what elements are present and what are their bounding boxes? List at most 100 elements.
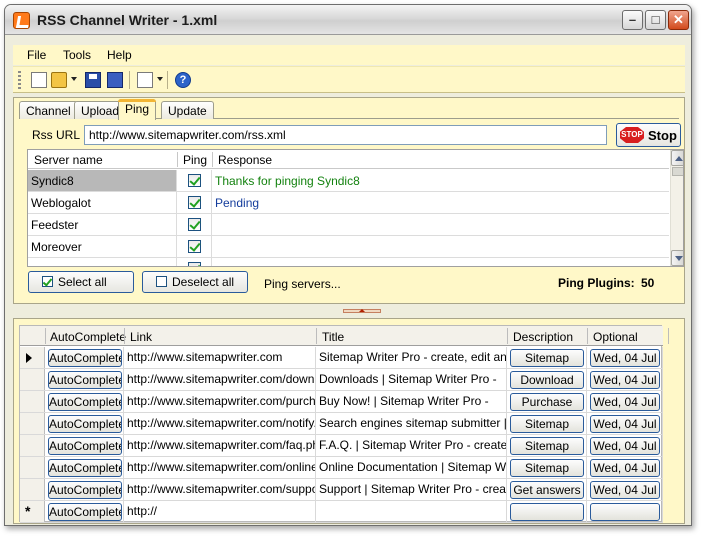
server-name[interactable]: Syndic8 <box>28 170 177 191</box>
link-cell[interactable]: http:// <box>124 501 316 522</box>
autocomplete-button[interactable]: AutoComplete <box>48 459 122 477</box>
link-cell[interactable]: http://www.sitemapwriter.com/faq.php <box>124 435 316 456</box>
menu-file[interactable]: File <box>27 48 46 62</box>
description-button[interactable]: Get answers <box>510 481 584 499</box>
item-row[interactable]: AutoComplete http://www.sitemapwriter.com… <box>20 479 663 501</box>
server-row[interactable]: Moreover <box>28 236 669 258</box>
ping-checkbox[interactable] <box>188 196 201 209</box>
item-row[interactable]: AutoComplete http://www.sitemapwriter.com… <box>20 435 663 457</box>
new-document-icon[interactable] <box>31 72 47 88</box>
title-cell[interactable]: Support | Sitemap Writer Pro - create, <box>316 479 507 500</box>
row-header[interactable] <box>20 479 45 500</box>
column-header-server-name[interactable]: Server name <box>34 153 103 167</box>
minimize-button[interactable]: – <box>622 10 643 30</box>
title-cell[interactable]: Sitemap Writer Pro - create, edit and <box>316 347 507 368</box>
optional-date-button[interactable]: Wed, 04 Jul <box>590 437 660 455</box>
autocomplete-button[interactable]: AutoComplete <box>48 437 122 455</box>
description-button[interactable]: Sitemap <box>510 415 584 433</box>
item-row[interactable]: AutoComplete http://www.sitemapwriter.com… <box>20 413 663 435</box>
ping-checkbox[interactable] <box>188 240 201 253</box>
tab-update[interactable]: Update <box>161 101 214 119</box>
tab-channel[interactable]: Channel <box>19 101 78 119</box>
item-row[interactable]: AutoComplete http://www.sitemapwriter.com… <box>20 347 663 369</box>
save-icon[interactable] <box>85 72 101 88</box>
server-row[interactable]: Weblogalot Pending <box>28 192 669 214</box>
title-cell[interactable]: F.A.Q. | Sitemap Writer Pro - create, <box>316 435 507 456</box>
item-row[interactable]: AutoComplete http://www.sitemapwriter.com… <box>20 369 663 391</box>
title-cell[interactable]: Downloads | Sitemap Writer Pro - <box>316 369 507 390</box>
link-cell[interactable]: http://www.sitemapwriter.com/purchase <box>124 391 316 412</box>
server-name[interactable]: Feedster <box>28 214 177 235</box>
rss-url-input[interactable] <box>84 125 607 145</box>
server-name[interactable]: Moreover <box>28 236 177 257</box>
optional-date-button[interactable]: Wed, 04 Jul <box>590 371 660 389</box>
link-cell[interactable]: http://www.sitemapwriter.com/onlinedo <box>124 457 316 478</box>
menu-tools[interactable]: Tools <box>63 48 91 62</box>
optional-date-button[interactable]: Wed, 04 Jul <box>590 393 660 411</box>
ping-checkbox[interactable] <box>188 174 201 187</box>
server-row[interactable]: Feedster <box>28 214 669 236</box>
column-header-optional[interactable]: Optional <box>593 330 638 344</box>
link-cell[interactable]: http://www.sitemapwriter.com/downloa <box>124 369 316 390</box>
row-header[interactable]: * <box>20 501 45 522</box>
deselect-all-button[interactable]: Deselect all <box>142 271 248 293</box>
autocomplete-button[interactable]: AutoComplete <box>48 349 122 367</box>
menu-help[interactable]: Help <box>107 48 132 62</box>
server-row[interactable]: Syndic8 Thanks for pinging Syndic8 <box>28 170 669 192</box>
panel-splitter[interactable] <box>13 306 685 316</box>
column-header-title[interactable]: Title <box>322 330 344 344</box>
description-button[interactable] <box>510 503 584 521</box>
autocomplete-button[interactable]: AutoComplete <box>48 415 122 433</box>
item-row[interactable]: * AutoComplete http:// <box>20 501 663 523</box>
row-header[interactable] <box>20 391 45 412</box>
row-header[interactable] <box>20 347 45 368</box>
stop-button[interactable]: STOP Stop <box>616 123 681 147</box>
column-header-description[interactable]: Description <box>513 330 573 344</box>
description-button[interactable]: Sitemap <box>510 459 584 477</box>
save-all-icon[interactable] <box>107 72 123 88</box>
help-icon[interactable]: ? <box>175 72 191 88</box>
description-button[interactable]: Sitemap <box>510 349 584 367</box>
row-header[interactable] <box>20 457 45 478</box>
toolbar-grip[interactable] <box>18 71 21 89</box>
optional-date-button[interactable] <box>590 503 660 521</box>
item-row[interactable]: AutoComplete http://www.sitemapwriter.com… <box>20 391 663 413</box>
title-bar[interactable]: RSS Channel Writer - 1.xml – □ ✕ <box>5 5 691 35</box>
open-dropdown-arrow-icon[interactable] <box>71 77 77 81</box>
tab-ping[interactable]: Ping <box>118 99 157 120</box>
column-header-response[interactable]: Response <box>218 153 272 167</box>
title-cell[interactable]: Online Documentation | Sitemap Writer <box>316 457 507 478</box>
autocomplete-button[interactable]: AutoComplete <box>48 503 122 521</box>
row-header[interactable] <box>20 413 45 434</box>
ping-checkbox[interactable] <box>188 218 201 231</box>
row-header[interactable] <box>20 369 45 390</box>
maximize-button[interactable]: □ <box>645 10 666 30</box>
column-header-link[interactable]: Link <box>130 330 152 344</box>
column-header-autocomplete[interactable]: AutoComplete <box>50 330 126 344</box>
scroll-down-arrow-icon[interactable] <box>671 250 683 266</box>
ping-checkbox[interactable] <box>188 262 201 266</box>
open-folder-icon[interactable] <box>51 72 67 88</box>
row-header[interactable] <box>20 435 45 456</box>
optional-date-button[interactable]: Wed, 04 Jul <box>590 349 660 367</box>
title-cell[interactable] <box>316 501 507 522</box>
title-cell[interactable]: Buy Now! | Sitemap Writer Pro - <box>316 391 507 412</box>
autocomplete-button[interactable]: AutoComplete <box>48 371 122 389</box>
optional-date-button[interactable]: Wed, 04 Jul <box>590 481 660 499</box>
server-row-partial[interactable] <box>28 258 669 266</box>
server-name[interactable]: Weblogalot <box>28 192 177 213</box>
description-button[interactable]: Purchase <box>510 393 584 411</box>
optional-date-button[interactable]: Wed, 04 Jul <box>590 459 660 477</box>
autocomplete-button[interactable]: AutoComplete <box>48 393 122 411</box>
preview-dropdown-arrow-icon[interactable] <box>157 77 163 81</box>
title-cell[interactable]: Search engines sitemap submitter | <box>316 413 507 434</box>
close-button[interactable]: ✕ <box>668 10 689 30</box>
link-cell[interactable]: http://www.sitemapwriter.com/notify.ph <box>124 413 316 434</box>
splitter-grip-icon[interactable] <box>343 309 381 313</box>
scroll-thumb[interactable] <box>672 167 683 176</box>
print-preview-icon[interactable] <box>137 72 153 88</box>
column-header-ping[interactable]: Ping <box>183 153 207 167</box>
scroll-up-arrow-icon[interactable] <box>671 150 683 166</box>
link-cell[interactable]: http://www.sitemapwriter.com <box>124 347 316 368</box>
select-all-button[interactable]: Select all <box>28 271 134 293</box>
